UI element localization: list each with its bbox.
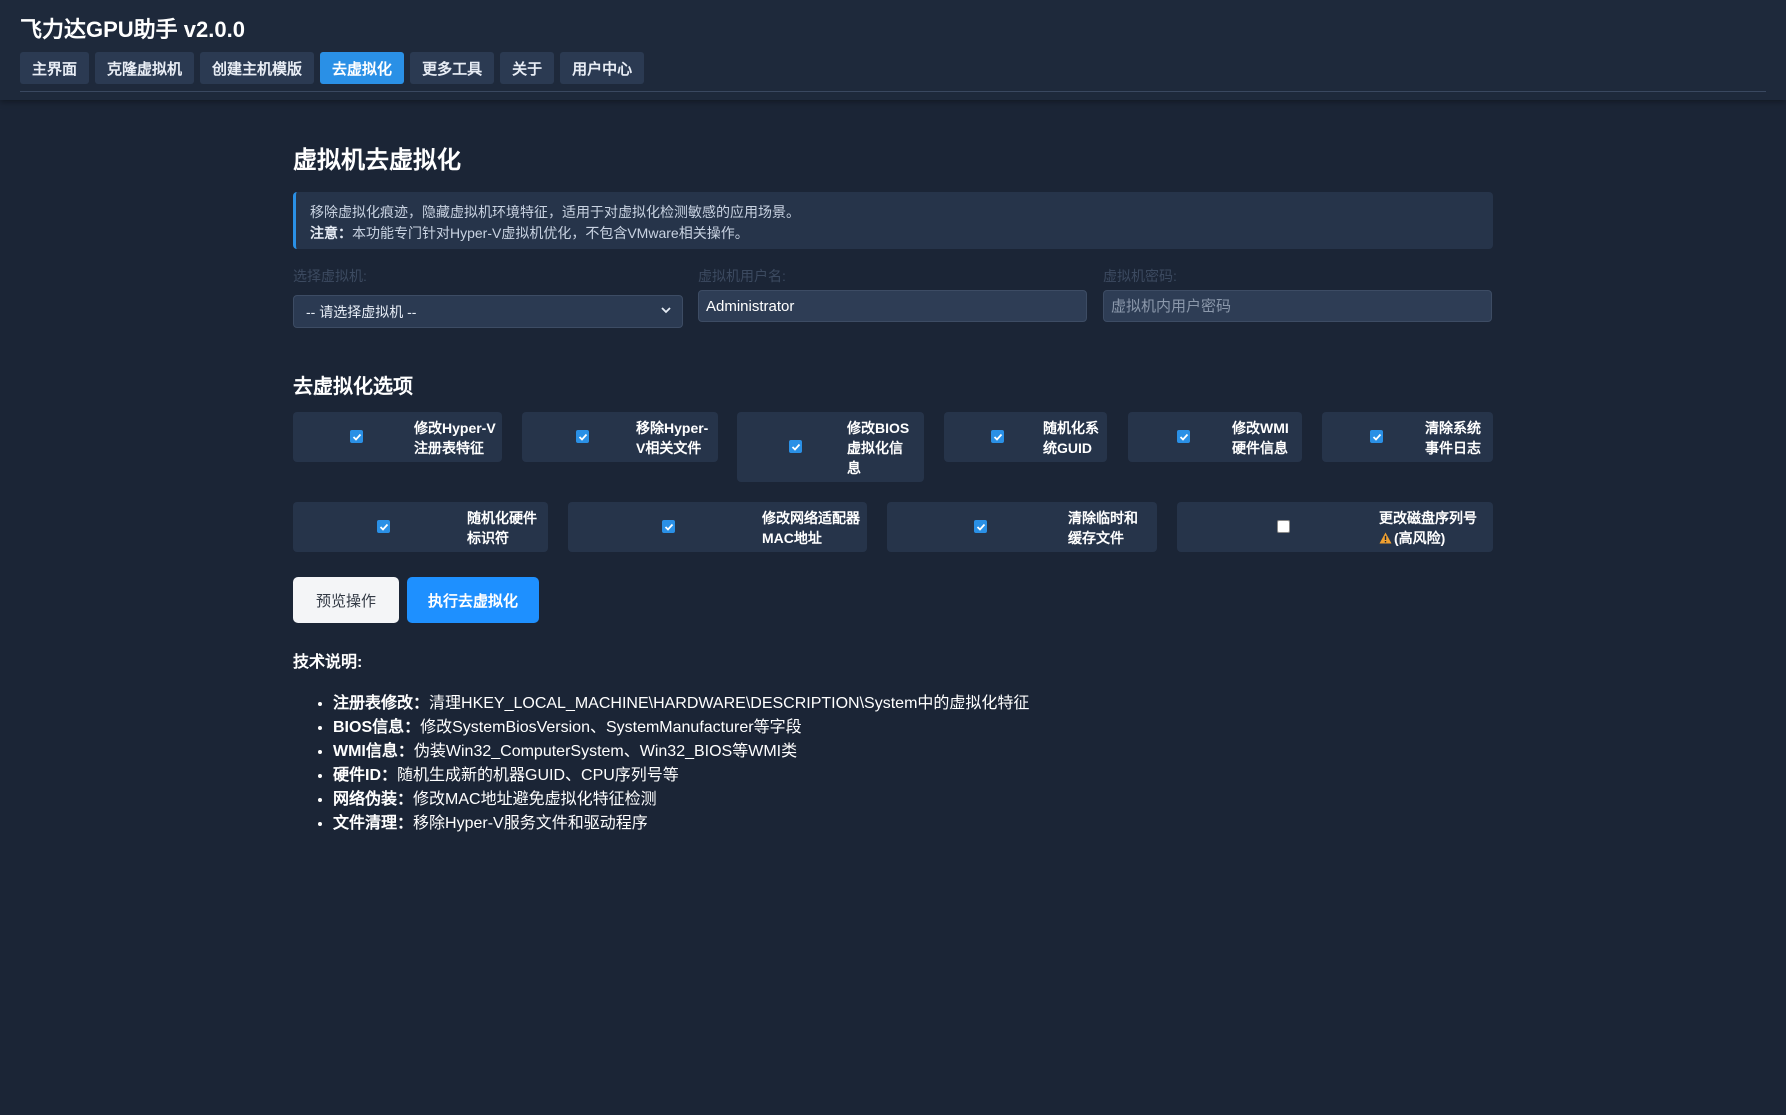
vm-select-label: 选择虚拟机: [293,268,367,284]
option-label: 随机化硬件 标识符 [467,510,537,546]
list-item: BIOS信息：修改SystemBiosVersion、SystemManufac… [333,716,1029,740]
checkbox-hyperv-files[interactable] [576,430,589,443]
page-title: 虚拟机去虚拟化 [293,147,461,174]
check-icon [791,443,801,451]
checkbox-system-guid[interactable] [991,430,1004,443]
option-disk-serial[interactable]: 更改磁盘序列号 (高风险) [1177,502,1493,552]
option-temp-cache[interactable]: 清除临时和 缓存文件 [887,502,1157,552]
check-icon [1372,433,1382,441]
option-label: 修改WMI 硬件信息 [1232,420,1289,456]
tab-home[interactable]: 主界面 [20,52,90,84]
option-label: 清除临时和 缓存文件 [1068,510,1138,546]
checkbox-wmi-info[interactable] [1177,430,1190,443]
checkbox-hardware-ids[interactable] [377,520,390,533]
option-label: 移除Hyper- V相关文件 [636,420,709,456]
tab-devirtualize[interactable]: 去虚拟化 [320,52,405,84]
tech-notes-title: 技术说明: [293,654,363,671]
vm-select[interactable]: -- 请选择虚拟机 -- [293,295,683,328]
check-icon [578,433,588,441]
warning-icon [1379,532,1392,544]
tech-notes-list: 注册表修改：清理HKEY_LOCAL_MACHINE\HARDWARE\DESC… [293,692,1029,836]
password-label: 虚拟机密码: [1103,268,1177,284]
option-system-guid[interactable]: 随机化系 统GUID [944,412,1107,462]
check-icon [1179,433,1189,441]
list-item: WMI信息：伪装Win32_ComputerSystem、Win32_BIOS等… [333,740,1029,764]
tab-create-template[interactable]: 创建主机模版 [200,52,315,84]
notice-note: 注意：本功能专门针对Hyper-V虚拟机优化，不包含VMware相关操作。 [310,223,1493,244]
check-icon [976,523,986,531]
option-hardware-ids[interactable]: 随机化硬件 标识符 [293,502,548,552]
tab-clone-vm[interactable]: 克隆虚拟机 [95,52,195,84]
checkbox-bios-info[interactable] [789,440,802,453]
top-bar: 飞力达GPU助手 v2.0.0 主界面 克隆虚拟机 创建主机模版 去虚拟化 更多… [0,0,1786,100]
info-notice: 移除虚拟化痕迹，隐藏虚拟机环境特征，适用于对虚拟化检测敏感的应用场景。 注意：本… [293,192,1493,249]
check-icon [993,433,1003,441]
check-icon [379,523,389,531]
username-input[interactable] [698,290,1087,322]
checkbox-hyperv-registry[interactable] [350,430,363,443]
option-label: 清除系统 事件日志 [1425,420,1481,456]
tab-divider [20,91,1766,92]
option-label: 修改BIOS 虚拟化信息 [847,420,910,476]
option-label: 修改网络适配器 MAC地址 [762,510,860,546]
note-label: 注意： [310,225,352,241]
option-label: 修改Hyper-V 注册表特征 [414,420,496,456]
option-event-logs[interactable]: 清除系统 事件日志 [1322,412,1493,462]
username-label: 虚拟机用户名: [698,268,786,284]
checkbox-disk-serial[interactable] [1277,520,1290,533]
tab-user-center[interactable]: 用户中心 [560,52,645,84]
option-label: 随机化系 统GUID [1043,420,1099,456]
tab-about[interactable]: 关于 [500,52,555,84]
vm-select-value: -- 请选择虚拟机 -- [306,303,417,320]
notice-line: 移除虚拟化痕迹，隐藏虚拟机环境特征，适用于对虚拟化检测敏感的应用场景。 [310,204,800,220]
list-item: 注册表修改：清理HKEY_LOCAL_MACHINE\HARDWARE\DESC… [333,692,1029,716]
list-item: 硬件ID：随机生成新的机器GUID、CPU序列号等 [333,764,1029,788]
option-label: 更改磁盘序列号 (高风险) [1379,510,1477,546]
password-input[interactable] [1103,290,1492,322]
execute-devirtualize-button[interactable]: 执行去虚拟化 [407,577,539,623]
chevron-down-icon [661,307,671,314]
checkbox-temp-cache[interactable] [974,520,987,533]
options-title: 去虚拟化选项 [293,376,413,398]
option-hyperv-files[interactable]: 移除Hyper- V相关文件 [522,412,718,462]
list-item: 网络伪装：修改MAC地址避免虚拟化特征检测 [333,788,1029,812]
option-hyperv-registry[interactable]: 修改Hyper-V 注册表特征 [293,412,502,462]
option-wmi-info[interactable]: 修改WMI 硬件信息 [1128,412,1302,462]
list-item: 文件清理：移除Hyper-V服务文件和驱动程序 [333,812,1029,836]
tab-more-tools[interactable]: 更多工具 [410,52,495,84]
checkbox-mac-address[interactable] [662,520,675,533]
note-text: 本功能专门针对Hyper-V虚拟机优化，不包含VMware相关操作。 [352,225,749,241]
checkbox-event-logs[interactable] [1370,430,1383,443]
tab-bar: 主界面 克隆虚拟机 创建主机模版 去虚拟化 更多工具 关于 用户中心 [20,52,645,84]
check-icon [664,523,674,531]
check-icon [352,433,362,441]
app-title: 飞力达GPU助手 v2.0.0 [20,17,245,42]
option-bios-info[interactable]: 修改BIOS 虚拟化信息 [737,412,924,482]
preview-button[interactable]: 预览操作 [293,577,399,623]
option-mac-address[interactable]: 修改网络适配器 MAC地址 [568,502,867,552]
